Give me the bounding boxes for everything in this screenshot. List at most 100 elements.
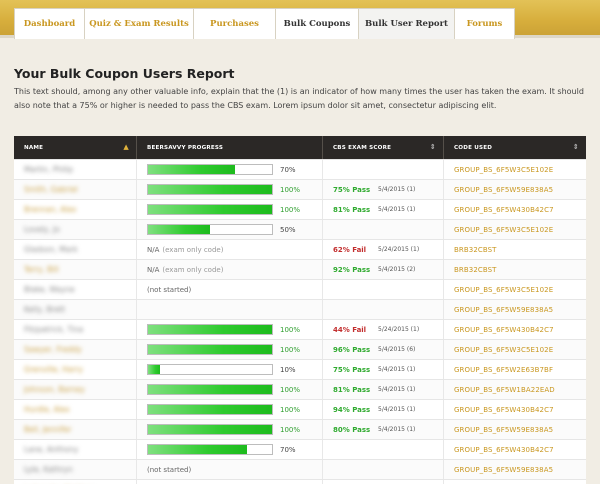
coupon-code-link[interactable]: GROUP_BS_6F5W3C5E102E bbox=[454, 286, 553, 294]
user-name: Kelly, Brett bbox=[24, 305, 66, 314]
progress-bar bbox=[147, 184, 273, 195]
progress-percent: 100% bbox=[280, 205, 301, 214]
progress-bar bbox=[147, 444, 273, 455]
name-cell: Gladson, Mark bbox=[14, 240, 137, 259]
sort-asc-icon[interactable]: ▲ bbox=[123, 143, 129, 151]
exam-score-cell: 44% Fail 5/24/2015 (1) bbox=[323, 320, 444, 339]
progress-status-text: N/A bbox=[147, 265, 160, 274]
name-cell: Smith, Gabriel bbox=[14, 180, 137, 199]
table-row: Bell, Jennifer 100% 80% Pass 5/4/2015 (1) GR… bbox=[14, 419, 586, 439]
column-header-name[interactable]: NAME ▲ bbox=[14, 136, 137, 159]
coupon-code-link[interactable]: GROUP_BS_6F5W430B42C7 bbox=[454, 206, 554, 214]
progress-percent: 100% bbox=[280, 325, 301, 334]
exam-score-cell bbox=[323, 220, 444, 239]
user-name[interactable]: Sawyer, Freddy bbox=[24, 345, 82, 354]
progress-cell: 100% bbox=[137, 400, 323, 419]
code-cell: GROUP_BS_6F5W3C5E102E bbox=[444, 340, 586, 359]
progress-percent: 100% bbox=[280, 425, 301, 434]
progress-percent: 100% bbox=[280, 405, 301, 414]
progress-bar-fill bbox=[148, 345, 272, 354]
user-name[interactable]: Grenville, Harry bbox=[24, 365, 83, 374]
progress-bar-fill bbox=[148, 325, 272, 334]
sort-both-icon[interactable]: ⇕ bbox=[430, 143, 436, 151]
name-cell: Hurdle, Alex bbox=[14, 400, 137, 419]
table-row: Fitzpatrick, Tina 100% 44% Fail 5/24/2015 (… bbox=[14, 319, 586, 339]
coupon-code-link[interactable]: BRB32CBST bbox=[454, 246, 497, 254]
user-name[interactable]: Johnson, Barney bbox=[24, 385, 85, 394]
user-name: Lovely, Jo bbox=[24, 225, 60, 234]
code-cell: GROUP_BS_6F5W59E838A5 bbox=[444, 300, 586, 319]
coupon-code-link[interactable]: GROUP_BS_6F5W3C5E102E bbox=[454, 346, 553, 354]
progress-cell: 100% bbox=[137, 380, 323, 399]
code-cell: GROUP_BS_6F5W3C5E102E bbox=[444, 280, 586, 299]
exam-date: 5/4/2015 (6) bbox=[378, 346, 416, 353]
tab-dashboard[interactable]: Dashboard bbox=[14, 8, 85, 39]
coupon-code-link[interactable]: GROUP_BS_6F5W59E838A5 bbox=[454, 306, 553, 314]
coupon-code-link[interactable]: GROUP_BS_6F5W3C5E102E bbox=[454, 166, 553, 174]
user-name[interactable]: Bell, Jennifer bbox=[24, 425, 71, 434]
coupon-code-link[interactable]: GROUP_BS_6F5W59E838A5 bbox=[454, 186, 553, 194]
progress-bar-fill bbox=[148, 365, 161, 374]
progress-bar bbox=[147, 424, 273, 435]
name-cell: Terry, Bill bbox=[14, 260, 137, 279]
progress-cell: 100% bbox=[137, 320, 323, 339]
column-header-progress[interactable]: BEERSAVVY PROGRESS bbox=[137, 136, 323, 159]
exam-score-cell: 80% Pass 5/4/2015 (1) bbox=[323, 420, 444, 439]
progress-cell: N/A (exam only code) bbox=[137, 240, 323, 259]
user-name[interactable]: Smith, Gabriel bbox=[24, 185, 78, 194]
progress-status-note: (exam only code) bbox=[162, 265, 224, 274]
progress-percent: 70% bbox=[280, 445, 296, 454]
tab-purchases[interactable]: Purchases bbox=[193, 8, 276, 39]
progress-status: N/A (exam only code) bbox=[147, 246, 223, 254]
name-cell: Bell, Jennifer bbox=[14, 420, 137, 439]
coupon-code-link[interactable]: GROUP_BS_6F5W430B42C7 bbox=[454, 446, 554, 454]
table-body: Martin, Philip 70% GROUP_BS_6F5W3C5E102E Sm… bbox=[14, 159, 586, 484]
exam-score: 92% Pass bbox=[333, 265, 371, 274]
tab-bulk-user-report[interactable]: Bulk User Report bbox=[358, 8, 455, 39]
progress-cell: 50% bbox=[137, 220, 323, 239]
progress-percent: 100% bbox=[280, 385, 301, 394]
exam-score: 80% Pass bbox=[333, 425, 371, 434]
name-cell: Lovely, Jo bbox=[14, 220, 137, 239]
exam-date: 5/4/2015 (1) bbox=[378, 366, 416, 373]
coupon-code-link[interactable]: GROUP_BS_6F5W2E63B7BF bbox=[454, 366, 553, 374]
progress-bar bbox=[147, 364, 273, 375]
table-row: Hurdle, Alex 100% 94% Pass 5/4/2015 (1) GROU… bbox=[14, 399, 586, 419]
tab-quiz-exam-results[interactable]: Quiz & Exam Results bbox=[84, 8, 194, 39]
table-row: Gladson, Mark N/A (exam only code) 62% Fail… bbox=[14, 239, 586, 259]
coupon-code-link[interactable]: GROUP_BS_6F5W430B42C7 bbox=[454, 406, 554, 414]
coupon-code-link[interactable]: GROUP_BS_6F5W1BA22EAD bbox=[454, 386, 555, 394]
progress-bar-fill bbox=[148, 225, 210, 234]
coupon-code-link[interactable]: GROUP_BS_6F5W59E838A5 bbox=[454, 466, 553, 474]
exam-score-cell: 92% Pass 5/4/2015 (2) bbox=[323, 260, 444, 279]
exam-date: 5/4/2015 (1) bbox=[378, 206, 416, 213]
table-row: Brennan, Alex 100% 81% Pass 5/4/2015 (1) GRO… bbox=[14, 199, 586, 219]
sort-both-icon[interactable]: ⇕ bbox=[573, 143, 579, 151]
user-name[interactable]: Terry, Bill bbox=[24, 265, 59, 274]
progress-status: (not started) bbox=[147, 466, 191, 474]
coupon-code-link[interactable]: BRB32CBST bbox=[454, 266, 497, 274]
exam-score: 44% Fail bbox=[333, 325, 367, 334]
progress-cell: 100% bbox=[137, 340, 323, 359]
code-cell: GROUP_BS_6F5W59E838A5 bbox=[444, 460, 586, 479]
exam-score-cell: 62% Fail 5/24/2015 (1) bbox=[323, 240, 444, 259]
user-name[interactable]: Brennan, Alex bbox=[24, 205, 76, 214]
coupon-code-link[interactable]: GROUP_BS_6F5W3C5E102E bbox=[454, 226, 553, 234]
coupon-code-link[interactable]: GROUP_BS_6F5W430B42C7 bbox=[454, 326, 554, 334]
progress-cell: 100% bbox=[137, 200, 323, 219]
name-cell: Leibowitz, Matthew bbox=[14, 480, 137, 484]
column-header-code-used[interactable]: CODE USED ⇕ bbox=[444, 136, 586, 159]
column-header-exam-score[interactable]: CBS EXAM SCORE ⇕ bbox=[323, 136, 444, 159]
exam-score-cell bbox=[323, 460, 444, 479]
coupon-code-link[interactable]: GROUP_BS_6F5W59E838A5 bbox=[454, 426, 553, 434]
code-cell: GROUP_BS_6F5W430B42C7 bbox=[444, 400, 586, 419]
progress-percent: 10% bbox=[280, 365, 296, 374]
tab-forums[interactable]: Forums bbox=[454, 8, 515, 39]
user-name[interactable]: Hurdle, Alex bbox=[24, 405, 70, 414]
table-row: Martin, Philip 70% GROUP_BS_6F5W3C5E102E bbox=[14, 159, 586, 179]
exam-score-cell bbox=[323, 440, 444, 459]
tab-bulk-coupons[interactable]: Bulk Coupons bbox=[275, 8, 359, 39]
table-row: Sawyer, Freddy 100% 96% Pass 5/4/2015 (6) GR… bbox=[14, 339, 586, 359]
progress-cell: 70% bbox=[137, 160, 323, 179]
progress-cell bbox=[137, 300, 323, 319]
